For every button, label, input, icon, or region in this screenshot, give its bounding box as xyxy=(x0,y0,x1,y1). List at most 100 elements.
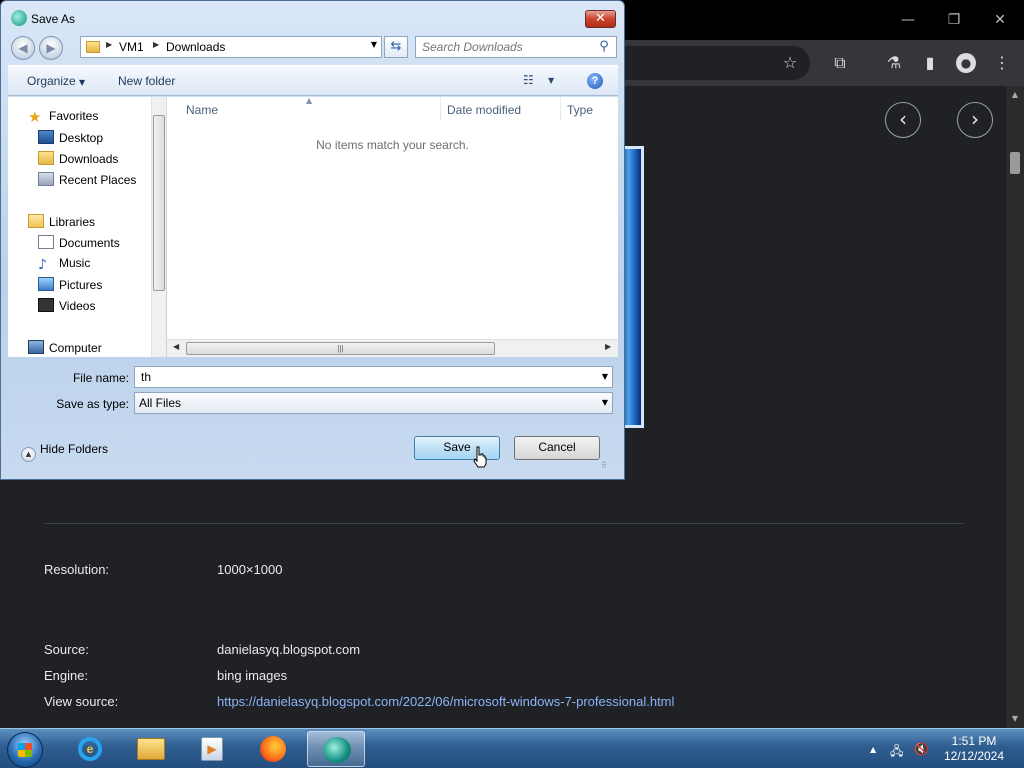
column-header-type[interactable]: Type xyxy=(567,103,593,117)
file-list[interactable]: ▲ Name Date modified Type No items match… xyxy=(167,96,618,339)
profile-avatar-icon[interactable]: ● xyxy=(956,53,976,73)
mouse-cursor-hand-icon xyxy=(473,446,487,468)
navigation-pane: ★ Favorites Desktop Downloads Recent Plac… xyxy=(8,97,166,357)
media-player-icon: ▶ xyxy=(201,737,223,761)
nav-recent-places[interactable]: Recent Places xyxy=(38,172,136,190)
taskbar-firefox[interactable] xyxy=(244,731,302,767)
breadcrumb-vm1[interactable]: VM1 xyxy=(119,40,144,54)
taskbar-media-player[interactable]: ▶ xyxy=(183,731,241,767)
chevron-down-icon[interactable]: ▼ xyxy=(548,76,554,85)
organize-button[interactable]: Organize ▼ xyxy=(27,74,85,88)
column-header-date-modified[interactable]: Date modified xyxy=(447,103,521,117)
column-separator[interactable] xyxy=(440,97,441,121)
bookmark-star-icon[interactable]: ☆ xyxy=(779,52,801,74)
extensions-icon[interactable]: ⧉ xyxy=(829,52,851,74)
chevron-down-icon[interactable]: ▼ xyxy=(371,40,377,49)
file-name-input[interactable] xyxy=(139,369,589,385)
previous-image-button[interactable]: ‹ xyxy=(885,102,921,138)
nav-libraries[interactable]: Libraries xyxy=(28,214,95,232)
close-window-icon[interactable]: ✕ xyxy=(990,10,1010,30)
chevron-down-icon: ▼ xyxy=(79,78,86,87)
back-button[interactable]: ◀ xyxy=(11,36,35,60)
nav-desktop[interactable]: Desktop xyxy=(38,130,103,148)
search-icon[interactable]: ⚲ xyxy=(596,39,612,55)
column-separator[interactable] xyxy=(560,97,561,121)
documents-icon xyxy=(38,235,54,249)
resolution-label: Resolution: xyxy=(44,562,110,577)
nav-scrollbar-thumb[interactable] xyxy=(153,115,165,291)
next-image-button[interactable]: › xyxy=(957,102,993,138)
help-icon[interactable]: ? xyxy=(587,73,603,89)
file-list-horizontal-scrollbar[interactable]: ◀ ||| ▶ xyxy=(167,339,618,357)
taskbar-clock[interactable]: 1:51 PM 12/12/2024 xyxy=(938,734,1010,764)
save-as-type-select[interactable]: All Files ▼ xyxy=(134,392,613,414)
volume-muted-icon[interactable]: 🔇 xyxy=(914,742,929,756)
source-label: Source: xyxy=(44,642,89,657)
hide-folders-button[interactable]: ▲ Hide Folders xyxy=(21,442,108,462)
column-header-name[interactable]: Name xyxy=(186,103,218,117)
menu-kebab-icon[interactable]: ⋮ xyxy=(991,52,1013,74)
taskbar-internet-explorer[interactable]: e xyxy=(61,731,119,767)
nav-videos[interactable]: Videos xyxy=(38,298,95,316)
scroll-down-arrow-icon[interactable]: ▼ xyxy=(1010,714,1020,724)
labs-flask-icon[interactable]: ⚗ xyxy=(883,52,905,74)
restore-icon[interactable]: ❐ xyxy=(944,10,964,30)
taskbar-active-app[interactable] xyxy=(307,731,365,767)
nav-label: Pictures xyxy=(59,278,103,292)
nav-label: Documents xyxy=(59,236,120,250)
clock-date: 12/12/2024 xyxy=(943,749,1005,763)
chevron-right-icon[interactable]: ▶ xyxy=(153,40,159,49)
firefox-icon xyxy=(260,736,286,762)
source-value: danielasyq.blogspot.com xyxy=(217,642,361,657)
nav-favorites[interactable]: ★ Favorites xyxy=(28,109,98,127)
chevron-down-icon[interactable]: ▼ xyxy=(602,398,608,407)
view-source-label: View source: xyxy=(44,694,119,709)
music-note-icon: ♪ xyxy=(38,257,47,273)
view-options-icon[interactable]: ☷ xyxy=(523,73,534,87)
breadcrumb-downloads[interactable]: Downloads xyxy=(166,40,225,54)
search-input[interactable] xyxy=(420,38,590,56)
page-scrollbar-thumb[interactable] xyxy=(1010,152,1020,174)
refresh-button[interactable]: ⇆ xyxy=(384,36,408,58)
save-button[interactable]: Save xyxy=(414,436,500,460)
nav-label: Videos xyxy=(59,299,96,313)
search-box[interactable]: ⚲ xyxy=(415,36,617,58)
file-name-field[interactable]: ▼ xyxy=(134,366,613,388)
nav-label: Computer xyxy=(49,341,102,355)
dialog-close-button[interactable]: ✕ xyxy=(585,10,616,28)
page-scrollbar[interactable]: ▲ ▼ xyxy=(1006,86,1024,728)
nav-label: Libraries xyxy=(49,215,96,229)
breadcrumb[interactable]: ▶ VM1 ▶ Downloads ▼ xyxy=(80,36,382,58)
forward-button[interactable]: ▶ xyxy=(39,36,63,60)
view-source-link[interactable]: https://danielasyq.blogspot.com/2022/06/… xyxy=(217,694,674,709)
resize-grip-icon[interactable]: ⠿ xyxy=(601,461,607,470)
chevron-down-icon[interactable]: ▼ xyxy=(602,372,608,381)
libraries-icon xyxy=(28,214,44,228)
minimize-icon[interactable]: — xyxy=(898,10,918,30)
show-hidden-icons-icon[interactable]: ▲ xyxy=(870,745,876,754)
sort-caret-icon: ▲ xyxy=(306,96,313,105)
new-folder-button[interactable]: New folder xyxy=(118,74,175,88)
taskbar-file-explorer[interactable] xyxy=(122,731,180,767)
save-as-type-label: Save as type: xyxy=(56,397,129,411)
folder-icon xyxy=(86,41,100,53)
videos-film-icon xyxy=(38,298,54,312)
side-panel-icon[interactable]: ▮ xyxy=(919,52,941,74)
scroll-left-arrow-icon[interactable]: ◀ xyxy=(173,342,179,351)
nav-music[interactable]: ♪ Music xyxy=(38,256,90,274)
nav-scrollbar[interactable] xyxy=(151,97,166,357)
chevron-right-icon[interactable]: ▶ xyxy=(106,40,112,49)
clock-time: 1:51 PM xyxy=(951,734,997,748)
resolution-value: 1000×1000 xyxy=(217,562,283,577)
nav-computer[interactable]: Computer xyxy=(28,340,102,357)
nav-documents[interactable]: Documents xyxy=(38,235,120,253)
scroll-right-arrow-icon[interactable]: ▶ xyxy=(605,342,611,351)
cancel-button[interactable]: Cancel xyxy=(514,436,600,460)
scroll-up-arrow-icon[interactable]: ▲ xyxy=(1010,90,1020,100)
nav-pictures[interactable]: Pictures xyxy=(38,277,102,295)
horizontal-scrollbar-thumb[interactable]: ||| xyxy=(186,342,495,355)
nav-downloads[interactable]: Downloads xyxy=(38,151,118,169)
network-icon[interactable]: 🖧 xyxy=(890,742,903,763)
start-button[interactable] xyxy=(7,732,43,768)
save-as-type-value: All Files xyxy=(139,396,182,410)
